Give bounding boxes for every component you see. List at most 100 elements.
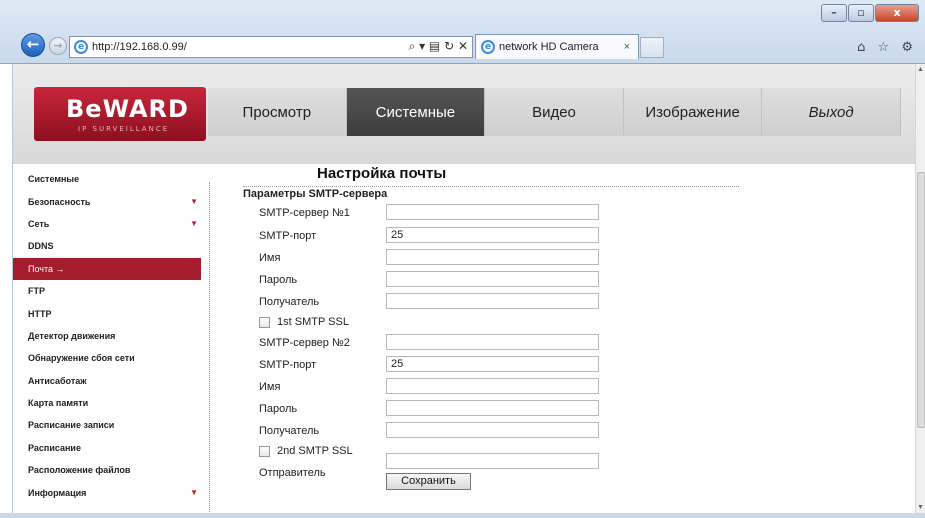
smtp2-port-label: SMTP-порт xyxy=(259,359,317,371)
smtp2-password-input[interactable] xyxy=(386,400,599,416)
sidebar-item-label: FTP xyxy=(28,286,45,297)
smtp1-name-label: Имя xyxy=(259,252,281,264)
browser-tab[interactable]: e network HD Camera × xyxy=(475,34,639,59)
home-favorites-tools-icons[interactable]: ⌂ ☆ ⚙ xyxy=(857,40,917,55)
sidebar-item-label: Безопасность xyxy=(28,196,91,207)
expand-arrow-icon: ▼ xyxy=(190,219,198,229)
smtp1-server-input[interactable] xyxy=(386,204,599,220)
minimize-button[interactable]: – xyxy=(821,4,847,22)
new-tab-button[interactable] xyxy=(640,37,664,58)
menu-logout[interactable]: Выход xyxy=(762,88,901,136)
tab-title[interactable]: network HD Camera xyxy=(499,41,624,53)
header-band: BeWARD IP SURVEILLANCE Просмотр Системны… xyxy=(13,64,916,164)
smtp1-name-input[interactable] xyxy=(386,249,599,265)
save-button[interactable]: Сохранить xyxy=(386,473,471,490)
forward-arrow-icon[interactable]: → xyxy=(49,37,67,55)
browser-chrome: – ▫ x ← → e http://192.168.0.99/ ⌕ ▾ ▤ ↻… xyxy=(0,0,925,64)
sidebar-item-label: Обнаружение сбоя сети xyxy=(28,353,135,364)
sidebar: Системные Безопасность ▼ Сеть ▼ DDNS Почта… xyxy=(13,168,201,513)
sidebar-item-network-failure[interactable]: Обнаружение сбоя сети xyxy=(13,347,201,369)
sidebar-item-label: Информация xyxy=(28,487,87,498)
sender-input[interactable] xyxy=(386,453,599,469)
top-menu: Просмотр Системные Видео Изображение Вых… xyxy=(208,88,901,136)
smtp2-recipient-input[interactable] xyxy=(386,422,599,438)
sidebar-item-security[interactable]: Безопасность ▼ xyxy=(13,190,201,212)
section-divider xyxy=(243,186,739,187)
window-bottom-edge xyxy=(0,513,925,518)
smtp2-port-input[interactable] xyxy=(386,356,599,372)
scroll-thumb[interactable] xyxy=(917,172,925,428)
sidebar-item-label: HTTP xyxy=(28,308,52,319)
smtp1-recipient-input[interactable] xyxy=(386,293,599,309)
sidebar-item-memory-card[interactable]: Карта памяти xyxy=(13,392,201,414)
scroll-down-icon[interactable]: ▼ xyxy=(917,504,924,511)
smtp2-password-label: Пароль xyxy=(259,403,298,415)
sender-label: Отправитель xyxy=(259,467,326,479)
address-bar[interactable]: e http://192.168.0.99/ ⌕ ▾ ▤ ↻ ✕ xyxy=(69,36,473,58)
tab-ie-icon: e xyxy=(481,40,495,54)
sidebar-item-label: Сеть xyxy=(28,218,50,229)
sidebar-item-tamper[interactable]: Антисаботаж xyxy=(13,370,201,392)
sidebar-item-info[interactable]: Информация ▼ xyxy=(13,481,201,503)
sidebar-item-http[interactable]: HTTP xyxy=(13,302,201,324)
vertical-scrollbar[interactable]: ▲ ▼ xyxy=(915,64,925,513)
sidebar-divider xyxy=(209,182,210,512)
menu-image[interactable]: Изображение xyxy=(623,88,763,136)
tab-close-icon[interactable]: × xyxy=(624,41,630,53)
web-page: BeWARD IP SURVEILLANCE Просмотр Системны… xyxy=(12,64,916,513)
sidebar-item-label: Карта памяти xyxy=(28,398,89,409)
smtp1-ssl-label: 1st SMTP SSL xyxy=(277,316,349,328)
back-arrow-icon[interactable]: ← xyxy=(21,33,45,57)
sidebar-item-label: Расписание xyxy=(28,442,81,453)
sidebar-item-schedule[interactable]: Расписание xyxy=(13,437,201,459)
logo-subtitle: IP SURVEILLANCE xyxy=(78,125,170,133)
checkbox-icon[interactable] xyxy=(259,445,270,457)
smtp2-name-label: Имя xyxy=(259,381,281,393)
menu-video[interactable]: Видео xyxy=(485,88,624,136)
expand-arrow-icon: ▼ xyxy=(190,488,198,498)
checkbox-icon[interactable] xyxy=(259,316,270,328)
sidebar-item-label: Детектор движения xyxy=(28,330,116,341)
window-controls: – ▫ x xyxy=(821,4,919,22)
sidebar-item-label: Почта xyxy=(28,263,53,274)
menu-system[interactable]: Системные xyxy=(346,88,486,136)
close-window-button[interactable]: x xyxy=(875,4,919,22)
smtp2-ssl-label: 2nd SMTP SSL xyxy=(277,445,353,457)
sidebar-item-motion-detector[interactable]: Детектор движения xyxy=(13,325,201,347)
smtp1-password-label: Пароль xyxy=(259,274,298,286)
ie-logo-icon: e xyxy=(74,40,88,54)
sidebar-item-label: DDNS xyxy=(28,241,54,252)
smtp2-name-input[interactable] xyxy=(386,378,599,394)
sidebar-item-network[interactable]: Сеть ▼ xyxy=(13,213,201,235)
sidebar-item-label: Расписание записи xyxy=(28,420,115,431)
address-url[interactable]: http://192.168.0.99/ xyxy=(92,41,187,53)
sidebar-item-system[interactable]: Системные xyxy=(13,168,201,190)
smtp1-recipient-label: Получатель xyxy=(259,296,320,308)
smtp2-server-label: SMTP-сервер №2 xyxy=(259,337,350,349)
smtp1-port-label: SMTP-порт xyxy=(259,230,317,242)
smtp2-ssl-checkbox[interactable]: 2nd SMTP SSL xyxy=(259,445,353,457)
section-title: Параметры SMTP-сервера xyxy=(243,188,388,200)
sidebar-item-label: Системные xyxy=(28,174,80,185)
right-arrow-icon: → xyxy=(55,263,65,274)
sidebar-item-file-location[interactable]: Расположение файлов xyxy=(13,459,201,481)
sidebar-item-ddns[interactable]: DDNS xyxy=(13,235,201,257)
smtp2-server-input[interactable] xyxy=(386,334,599,350)
sidebar-item-ftp[interactable]: FTP xyxy=(13,280,201,302)
sidebar-item-mail[interactable]: Почта → xyxy=(13,257,201,280)
sidebar-item-label: Антисаботаж xyxy=(28,375,87,386)
sidebar-item-label: Расположение файлов xyxy=(28,465,131,476)
scroll-up-icon[interactable]: ▲ xyxy=(917,66,924,73)
sidebar-item-record-schedule[interactable]: Расписание записи xyxy=(13,414,201,436)
menu-view[interactable]: Просмотр xyxy=(208,88,347,136)
smtp2-recipient-label: Получатель xyxy=(259,425,320,437)
smtp1-server-label: SMTP-сервер №1 xyxy=(259,207,350,219)
beward-logo: BeWARD IP SURVEILLANCE xyxy=(34,87,206,141)
logo-text: BeWARD xyxy=(66,95,189,123)
smtp1-port-input[interactable] xyxy=(386,227,599,243)
expand-arrow-icon: ▼ xyxy=(190,197,198,207)
smtp1-ssl-checkbox[interactable]: 1st SMTP SSL xyxy=(259,316,349,328)
smtp1-password-input[interactable] xyxy=(386,271,599,287)
maximize-button[interactable]: ▫ xyxy=(848,4,874,22)
address-tools-icons[interactable]: ⌕ ▾ ▤ ↻ ✕ xyxy=(409,39,468,54)
